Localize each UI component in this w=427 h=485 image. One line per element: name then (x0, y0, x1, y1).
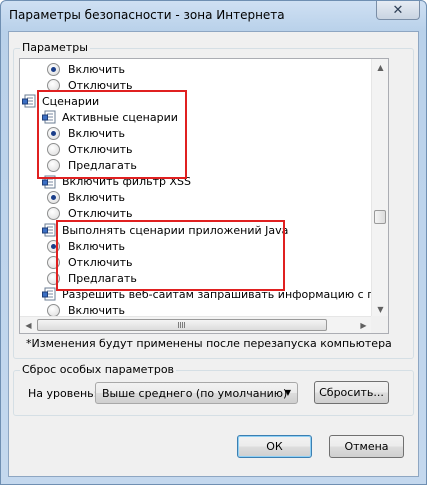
radio-option[interactable]: Включить (47, 61, 125, 77)
chevron-down-icon: ▼ (284, 388, 291, 397)
level-label: На уровень: (28, 387, 98, 400)
params-group-label: Параметры (20, 41, 90, 54)
ok-button[interactable]: ОК (237, 435, 312, 458)
radio-unchecked-icon[interactable] (47, 207, 60, 221)
cancel-button[interactable]: Отмена (329, 435, 404, 458)
title-bar[interactable]: Параметры безопасности - зона Интернета … (1, 1, 426, 31)
horizontal-scrollbar[interactable]: ◀ ▶ (20, 316, 372, 333)
highlight-java-box (56, 220, 285, 291)
radio-checked-icon[interactable] (47, 62, 60, 76)
radio-option[interactable]: Включить (47, 190, 125, 206)
window-title: Параметры безопасности - зона Интернета (9, 8, 285, 22)
cancel-button-label: Отмена (344, 440, 389, 453)
scroll-corner (371, 316, 388, 333)
ok-button-label: ОК (266, 440, 283, 453)
scroll-left-icon[interactable]: ◀ (20, 317, 37, 333)
horizontal-scroll-thumb[interactable] (37, 319, 327, 331)
close-icon: ✕ (392, 2, 404, 18)
reset-group-label: Сброс особых параметров (20, 363, 177, 376)
tree-item-label: Отключить (68, 207, 133, 221)
scroll-up-icon[interactable]: ▲ (372, 59, 388, 76)
level-select[interactable]: Выше среднего (по умолчанию) ▼ (95, 382, 298, 404)
vertical-scroll-thumb[interactable] (374, 210, 386, 224)
scroll-right-icon[interactable]: ▶ (355, 317, 372, 333)
dialog-client-area: Параметры Включить Отключить Сценарии Актив… (8, 31, 419, 477)
vertical-scrollbar[interactable]: ▲ ▼ (371, 59, 388, 318)
settings-icon (42, 287, 56, 301)
security-settings-dialog: Параметры безопасности - зона Интернета … (0, 0, 427, 485)
radio-checked-icon[interactable] (47, 191, 60, 205)
settings-icon (22, 94, 36, 108)
restart-note: *Изменения будут применены после перезап… (26, 337, 392, 350)
tree-item-label: Включить (68, 191, 126, 205)
reset-button-label: Сбросить... (319, 386, 384, 399)
highlight-scripts-box (37, 90, 187, 179)
tree-item-label: Включить (68, 62, 126, 76)
level-select-value: Выше среднего (по умолчанию) (102, 386, 288, 400)
close-button[interactable]: ✕ (376, 1, 420, 20)
settings-icon (42, 223, 56, 237)
reset-button[interactable]: Сбросить... (314, 381, 389, 404)
